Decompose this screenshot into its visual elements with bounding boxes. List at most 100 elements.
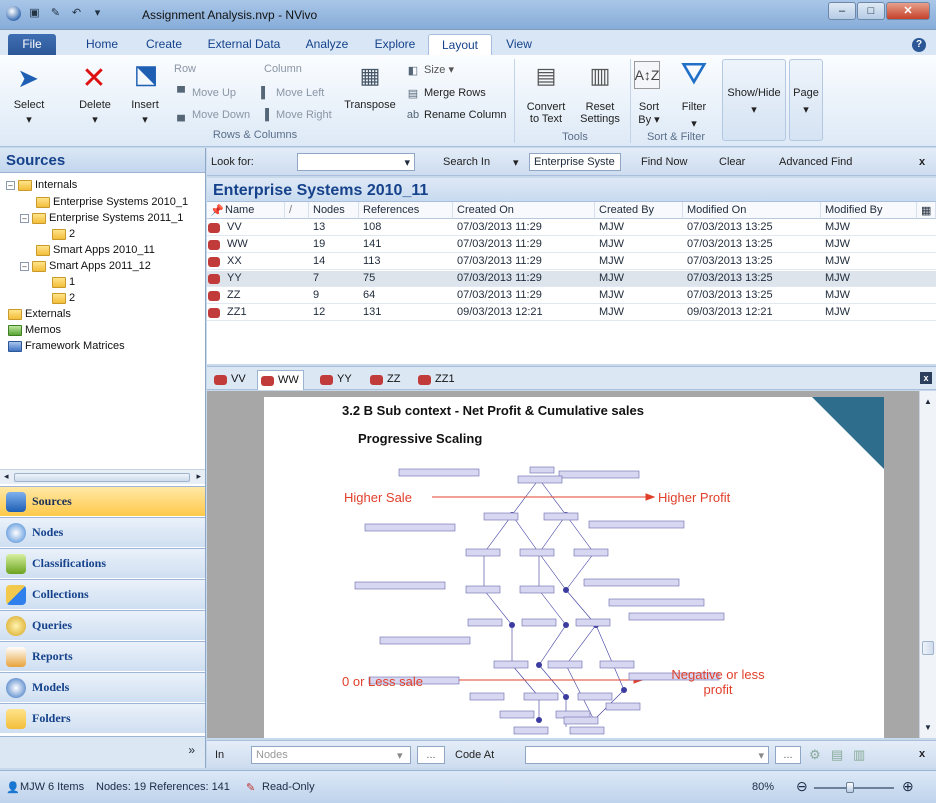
- find-bar-close-icon[interactable]: x: [919, 156, 925, 168]
- page-button[interactable]: Page: [789, 87, 823, 99]
- column-header-nodes[interactable]: Nodes: [309, 202, 359, 219]
- insert-dropdown-icon[interactable]: ▾: [120, 113, 170, 126]
- zoom-out-icon[interactable]: ⊖: [796, 778, 808, 795]
- doc-tab-vv[interactable]: VV: [211, 370, 250, 390]
- code-at-field[interactable]: ▾: [525, 746, 769, 764]
- look-for-dropdown-icon[interactable]: ▾: [404, 156, 410, 169]
- scroll-thumb[interactable]: [14, 473, 190, 482]
- tree-item-folder-2[interactable]: 2: [52, 228, 75, 240]
- nav-sources[interactable]: Sources: [0, 486, 205, 516]
- tab-explore[interactable]: Explore: [362, 34, 428, 55]
- tree-item-smart-apps-2010[interactable]: Smart Apps 2010_11: [36, 244, 155, 256]
- nav-collections[interactable]: Collections: [0, 579, 205, 609]
- document-page[interactable]: 3.2 B Sub context - Net Profit & Cumulat…: [264, 397, 884, 738]
- convert-to-text-button[interactable]: Convert to Text: [520, 101, 572, 125]
- scroll-left-icon[interactable]: ◂: [4, 471, 9, 482]
- scroll-down-icon[interactable]: ▼: [924, 723, 932, 732]
- uncode-icon[interactable]: ▤: [831, 747, 843, 763]
- look-for-input[interactable]: ▾: [297, 153, 415, 171]
- minimize-button[interactable]: –: [828, 2, 856, 20]
- table-row[interactable]: VV 13 108 07/03/2013 11:29 MJW 07/03/2013 13:…: [207, 220, 936, 236]
- table-row[interactable]: XX 14 113 07/03/2013 11:29 MJW 07/03/2013 13:…: [207, 254, 936, 270]
- collapse-icon[interactable]: –: [20, 213, 29, 223]
- tree-item-folder-2b[interactable]: 2: [52, 292, 75, 304]
- tab-create[interactable]: Create: [134, 34, 194, 55]
- tree-horizontal-scrollbar[interactable]: ◂ ▸: [0, 469, 205, 484]
- tab-layout[interactable]: Layout: [428, 34, 492, 55]
- column-header-name[interactable]: 📌 Name: [207, 202, 285, 219]
- show-hide-button[interactable]: Show/Hide: [722, 87, 786, 99]
- nav-expand-icon[interactable]: »: [188, 743, 195, 757]
- move-right-button[interactable]: Move Right: [276, 109, 332, 121]
- customize-toolbar-icon[interactable]: ▾: [90, 6, 105, 21]
- table-row-selected[interactable]: YY 7 75 07/03/2013 11:29 MJW 07/03/2013 13:25…: [207, 271, 936, 287]
- table-row[interactable]: ZZ1 12 131 09/03/2013 12:21 MJW 09/03/2013 12…: [207, 305, 936, 321]
- zoom-slider-thumb[interactable]: [846, 782, 854, 793]
- column-header-references[interactable]: References: [359, 202, 453, 219]
- table-row[interactable]: ZZ 9 64 07/03/2013 11:29 MJW 07/03/2013 13:25…: [207, 288, 936, 304]
- tree-item-enterprise-2010[interactable]: Enterprise Systems 2010_1: [36, 196, 188, 208]
- insert-button[interactable]: Insert: [120, 99, 170, 111]
- tree-item-smart-apps-2011[interactable]: – Smart Apps 2011_12: [20, 260, 151, 272]
- column-chooser-icon[interactable]: ▦: [917, 202, 936, 219]
- filter-button[interactable]: Filter: [674, 101, 714, 113]
- in-dropdown-icon[interactable]: ▾: [397, 749, 403, 762]
- merge-rows-button[interactable]: Merge Rows: [424, 87, 486, 99]
- in-browse-button[interactable]: ...: [417, 746, 445, 764]
- tree-item-enterprise-2011[interactable]: – Enterprise Systems 2011_1: [20, 212, 183, 224]
- page-dropdown-icon[interactable]: ▾: [789, 103, 823, 116]
- zoom-slider-track[interactable]: [814, 787, 894, 789]
- column-header-created-by[interactable]: Created By: [595, 202, 683, 219]
- sort-by-button[interactable]: Sort By ▾: [632, 101, 666, 126]
- code-icon[interactable]: ⚙: [809, 747, 821, 763]
- reset-settings-button[interactable]: Reset Settings: [574, 101, 626, 125]
- tree-item-internals[interactable]: – Internals: [6, 179, 77, 191]
- collapse-icon[interactable]: –: [20, 261, 29, 271]
- scroll-right-icon[interactable]: ▸: [196, 471, 201, 482]
- tab-file[interactable]: File: [8, 34, 56, 55]
- save-icon[interactable]: ▣: [27, 6, 42, 21]
- nvivo-app-icon[interactable]: [6, 6, 21, 21]
- maximize-button[interactable]: □: [857, 2, 885, 20]
- code-at-browse-button[interactable]: ...: [775, 746, 801, 764]
- edit-icon[interactable]: ✎: [48, 6, 63, 21]
- tree-item-memos[interactable]: Memos: [8, 324, 61, 336]
- move-left-button[interactable]: Move Left: [276, 87, 324, 99]
- close-window-button[interactable]: ✕: [886, 2, 930, 20]
- size-button[interactable]: Size: [424, 64, 445, 76]
- quick-code-icon[interactable]: ▥: [853, 747, 865, 763]
- nav-queries[interactable]: Queries: [0, 610, 205, 640]
- clear-button[interactable]: Clear: [719, 156, 745, 168]
- table-row[interactable]: WW 19 141 07/03/2013 11:29 MJW 07/03/2013 13:…: [207, 237, 936, 253]
- tab-view[interactable]: View: [496, 34, 542, 55]
- select-button[interactable]: Select: [0, 99, 58, 111]
- nav-reports[interactable]: Reports: [0, 641, 205, 671]
- show-hide-dropdown-icon[interactable]: ▾: [722, 103, 786, 116]
- move-up-button[interactable]: Move Up: [192, 87, 236, 99]
- nav-folders[interactable]: Folders: [0, 703, 205, 733]
- doc-tab-yy[interactable]: YY: [317, 370, 356, 390]
- tree-item-folder-1[interactable]: 1: [52, 276, 75, 288]
- doc-tab-zz1[interactable]: ZZ1: [415, 370, 459, 390]
- scroll-thumb[interactable]: [922, 641, 934, 655]
- nav-models[interactable]: Models: [0, 672, 205, 702]
- nav-nodes[interactable]: Nodes: [0, 517, 205, 547]
- scroll-up-icon[interactable]: ▲: [924, 397, 932, 406]
- delete-button[interactable]: Delete: [66, 99, 124, 111]
- find-now-button[interactable]: Find Now: [641, 156, 687, 168]
- close-document-icon[interactable]: x: [920, 372, 932, 384]
- search-scope-field[interactable]: Enterprise Syste: [529, 153, 621, 171]
- transpose-button[interactable]: Transpose: [340, 99, 400, 111]
- undo-icon[interactable]: ↶: [69, 6, 84, 21]
- search-in-dropdown-icon[interactable]: ▾: [513, 156, 519, 169]
- document-vertical-scrollbar[interactable]: ▲ ▼: [919, 391, 936, 738]
- help-icon[interactable]: ?: [912, 38, 926, 52]
- column-header-modified-by[interactable]: Modified By: [821, 202, 917, 219]
- doc-tab-ww[interactable]: WW: [257, 370, 304, 390]
- tab-analyze[interactable]: Analyze: [292, 34, 362, 55]
- column-header-created-on[interactable]: Created On: [453, 202, 595, 219]
- rename-column-button[interactable]: Rename Column: [424, 109, 507, 121]
- advanced-find-button[interactable]: Advanced Find: [779, 156, 852, 168]
- move-down-button[interactable]: Move Down: [192, 109, 250, 121]
- collapse-icon[interactable]: –: [6, 180, 15, 190]
